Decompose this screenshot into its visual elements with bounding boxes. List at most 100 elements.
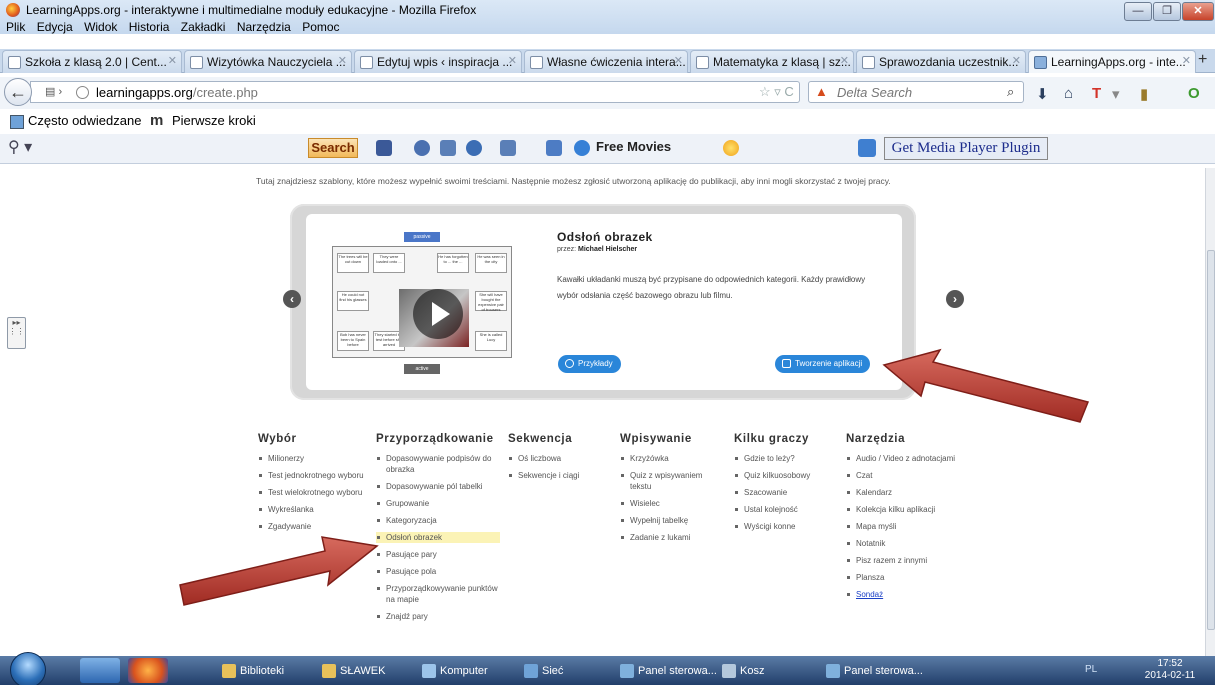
tab-learningapps[interactable]: LearningApps.org - inte... ✕ — [1028, 50, 1196, 73]
url-text[interactable]: learningapps.org/create.php — [96, 85, 258, 100]
people-icon[interactable] — [414, 140, 430, 156]
template-link[interactable]: Mapa myśli — [846, 521, 956, 532]
template-link[interactable]: Wyścigi konne — [734, 521, 834, 532]
menu-zakladki[interactable]: Zakładki — [181, 20, 226, 34]
template-link[interactable]: Plansza — [846, 572, 956, 583]
play-icon[interactable] — [413, 289, 463, 339]
close-window-button[interactable]: ✕ — [1182, 2, 1214, 21]
close-tab-icon[interactable]: ✕ — [168, 54, 177, 67]
template-link[interactable]: Dopasowywanie pól tabelki — [376, 481, 500, 492]
toolbar-search-button[interactable]: Search — [308, 138, 358, 158]
template-link[interactable]: Oś liczbowa — [508, 453, 608, 464]
t-addon-icon[interactable]: T — [1092, 85, 1101, 102]
template-link[interactable]: Gdzie to leży? — [734, 453, 834, 464]
menu-edycja[interactable]: Edycja — [37, 20, 73, 34]
template-link[interactable]: Pasujące pary — [376, 549, 500, 560]
template-link[interactable]: Kalendarz — [846, 487, 956, 498]
firefox-taskbar-icon[interactable] — [128, 658, 168, 683]
template-link[interactable]: Ustal kolejność — [734, 504, 834, 515]
tab-edytuj-wpis[interactable]: Edytuj wpis ‹ inspiracja ... ✕ — [354, 50, 522, 73]
tab-matematyka[interactable]: Matematyka z klasą | sz... ✕ — [690, 50, 854, 73]
template-link[interactable]: Krzyżówka — [620, 453, 726, 464]
facebook-icon[interactable] — [376, 140, 392, 156]
sidebar-handle[interactable]: ▸▸ ⋮⋮ — [7, 317, 26, 349]
free-movies-link[interactable]: Free Movies — [596, 139, 671, 154]
bookmark-pierwsze-kroki[interactable]: Pierwsze kroki — [172, 113, 256, 128]
taskbar-item[interactable]: Panel sterowa... — [620, 660, 717, 682]
create-app-button[interactable]: Tworzenie aplikacji — [775, 355, 871, 373]
bookmarks-menu-icon[interactable]: ▮ — [1140, 85, 1148, 103]
search-box[interactable]: ▲ Delta Search ⌕ — [808, 81, 1024, 103]
taskbar-item[interactable]: Kosz — [722, 660, 764, 682]
start-button[interactable] — [10, 652, 46, 685]
template-link[interactable]: Test wielokrotnego wyboru — [258, 487, 368, 498]
template-link[interactable]: Przyporządkowywanie punktów na mapie — [376, 583, 500, 605]
system-clock[interactable]: 17:52 2014-02-11 — [1140, 658, 1200, 682]
taskbar-item[interactable]: Panel sterowa... — [826, 660, 923, 682]
vertical-scrollbar[interactable] — [1205, 168, 1215, 656]
template-link[interactable]: Grupowanie — [376, 498, 500, 509]
template-link[interactable]: Pisz razem z innymi — [846, 555, 956, 566]
menu-pomoc[interactable]: Pomoc — [302, 20, 339, 34]
menu-historia[interactable]: Historia — [129, 20, 170, 34]
url-bar[interactable]: ▤ › learningapps.org/create.php ☆ ▿ C — [30, 81, 800, 103]
addon-o-icon[interactable]: O — [1188, 85, 1200, 102]
maximize-button[interactable]: ❐ — [1153, 2, 1181, 21]
tab-szkola[interactable]: Szkoła z klasą 2.0 | Cent... ✕ — [2, 50, 182, 73]
close-tab-icon[interactable]: ✕ — [508, 54, 517, 67]
template-link[interactable]: Milionerzy — [258, 453, 368, 464]
next-arrow-icon[interactable]: › — [946, 290, 964, 308]
template-link[interactable]: Kategoryzacja — [376, 515, 500, 526]
template-link[interactable]: Wykreślanka — [258, 504, 368, 515]
movies-icon[interactable] — [574, 140, 590, 156]
bookmark-czesto-odwiedzane[interactable]: Często odwiedzane — [28, 113, 141, 128]
template-link[interactable]: Kolekcja kilku aplikacji — [846, 504, 956, 515]
yellow-orb-icon[interactable] — [723, 140, 739, 156]
back-button[interactable]: ← — [4, 78, 32, 106]
template-link-selected[interactable]: Odsłoń obrazek — [376, 532, 500, 543]
globe-toolbar-icon[interactable] — [466, 140, 482, 156]
home-icon[interactable]: ⌂ — [1064, 85, 1073, 102]
template-link[interactable]: Audio / Video z adnotacjami — [846, 453, 956, 464]
template-link[interactable]: Czat — [846, 470, 956, 481]
site-identity-icon[interactable]: ▤ › — [45, 85, 62, 98]
template-link[interactable]: Quiz kilkuosobowy — [734, 470, 834, 481]
media-icon[interactable] — [546, 140, 562, 156]
search-icon[interactable]: ⌕ — [1007, 84, 1014, 100]
news-icon[interactable] — [500, 140, 516, 156]
template-link[interactable]: Zadanie z lukami — [620, 532, 726, 543]
menu-widok[interactable]: Widok — [84, 20, 117, 34]
chat-icon[interactable] — [440, 140, 456, 156]
close-tab-icon[interactable]: ✕ — [1182, 54, 1191, 67]
close-tab-icon[interactable]: ✕ — [338, 54, 347, 67]
taskbar-item[interactable]: SŁAWEK — [322, 660, 385, 682]
menu-narzedzia[interactable]: Narzędzia — [237, 20, 291, 34]
tab-wizytowka[interactable]: Wizytówka Nauczyciela ... ✕ — [184, 50, 352, 73]
delta-search-icon[interactable]: ▲ — [815, 84, 828, 99]
taskbar-item[interactable]: Komputer — [422, 660, 488, 682]
close-tab-icon[interactable]: ✕ — [674, 54, 683, 67]
new-tab-button[interactable]: + — [1198, 51, 1207, 69]
dropdown-icon[interactable]: ▾ — [1112, 85, 1120, 103]
template-link[interactable]: Pasujące pola — [376, 566, 500, 577]
minimize-button[interactable]: — — [1124, 2, 1152, 21]
skype-icon[interactable] — [858, 139, 876, 157]
template-link[interactable]: Dopasowywanie podpisów do obrazka — [376, 453, 500, 475]
examples-button[interactable]: Przykłady — [558, 355, 621, 373]
prev-arrow-icon[interactable]: ‹ — [283, 290, 301, 308]
scrollbar-thumb[interactable] — [1207, 250, 1215, 630]
bookmark-star-icon[interactable]: ☆ ▿ C — [759, 84, 794, 100]
template-link[interactable]: Sekwencje i ciągi — [508, 470, 608, 481]
template-link[interactable]: Test jednokrotnego wyboru — [258, 470, 368, 481]
ie-icon[interactable] — [80, 658, 120, 683]
download-icon[interactable]: ⬇ — [1036, 85, 1049, 103]
language-indicator[interactable]: PL — [1085, 664, 1097, 675]
media-player-plugin-button[interactable]: Get Media Player Plugin — [884, 137, 1048, 160]
template-link-sondaz[interactable]: Sondaż — [846, 589, 956, 600]
template-link[interactable]: Notatnik — [846, 538, 956, 549]
app-thumbnail[interactable]: passive The trees will be cut down They … — [322, 232, 522, 377]
tab-wlasne-cwiczenia[interactable]: Własne ćwiczenia intera... ✕ — [524, 50, 688, 73]
menu-plik[interactable]: Plik — [6, 20, 25, 34]
template-link[interactable]: Szacowanie — [734, 487, 834, 498]
taskbar-item[interactable]: Sieć — [524, 660, 563, 682]
